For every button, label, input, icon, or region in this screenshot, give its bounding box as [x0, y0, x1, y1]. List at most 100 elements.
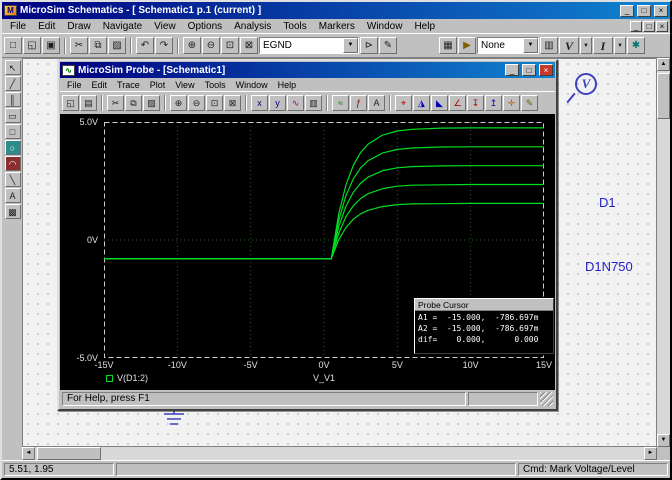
- setup-analysis-button[interactable]: ▦: [439, 37, 457, 54]
- circle-tool-button[interactable]: ○: [4, 140, 21, 155]
- scroll-left-icon[interactable]: ◄: [22, 447, 35, 460]
- mdi-close-button[interactable]: ×: [656, 20, 668, 32]
- rect-tool-button[interactable]: □: [4, 124, 21, 139]
- trace-name[interactable]: V(D1:2): [117, 373, 148, 383]
- current-marker-button[interactable]: I: [593, 37, 613, 54]
- probe-cursor-window[interactable]: Probe Cursor A1 = -15.000, -786.697m A2 =…: [414, 298, 554, 354]
- mark-label-button[interactable]: ✎: [521, 95, 538, 111]
- menu-trace[interactable]: Trace: [112, 79, 145, 91]
- resize-grip[interactable]: [540, 392, 553, 406]
- undo-button[interactable]: ↶: [136, 37, 154, 54]
- menu-help[interactable]: Help: [273, 79, 302, 91]
- display-results-button[interactable]: ▥: [540, 37, 558, 54]
- save-button[interactable]: ▣: [42, 37, 60, 54]
- text-tool-button[interactable]: A: [4, 188, 21, 203]
- menu-tools[interactable]: Tools: [200, 79, 231, 91]
- horizontal-scrollbar[interactable]: ◄ ►: [22, 447, 657, 460]
- probe-close-button[interactable]: ×: [539, 64, 553, 76]
- zoom-in-button[interactable]: ⊕: [183, 37, 201, 54]
- menu-help[interactable]: Help: [408, 20, 441, 33]
- combo-dropdown-icon[interactable]: ▼: [343, 38, 358, 53]
- vertical-scroll-thumb[interactable]: [657, 73, 670, 119]
- get-new-part-button[interactable]: ⊳: [360, 37, 378, 54]
- menu-markers[interactable]: Markers: [313, 20, 361, 33]
- close-button[interactable]: ×: [654, 4, 668, 17]
- cursor-slope-button[interactable]: ∠: [449, 95, 466, 111]
- eval-goal-function-button[interactable]: ƒ: [350, 95, 367, 111]
- menu-window[interactable]: Window: [231, 79, 273, 91]
- menu-navigate[interactable]: Navigate: [97, 20, 148, 33]
- redo-button[interactable]: ↷: [155, 37, 173, 54]
- block-tool-button[interactable]: ▭: [4, 108, 21, 123]
- zoom-fit-button[interactable]: ⊠: [224, 95, 241, 111]
- menu-edit[interactable]: Edit: [87, 79, 113, 91]
- log-y-axis-button[interactable]: y: [269, 95, 286, 111]
- paste-button[interactable]: ▨: [108, 37, 126, 54]
- menu-window[interactable]: Window: [361, 20, 409, 33]
- cursor-peak-button[interactable]: ◮: [413, 95, 430, 111]
- cut-button[interactable]: ✂: [107, 95, 124, 111]
- zoom-page-button[interactable]: ⊠: [240, 37, 258, 54]
- menu-tools[interactable]: Tools: [277, 20, 312, 33]
- minimize-button[interactable]: _: [620, 4, 634, 17]
- mark-advanced-button[interactable]: ✱: [627, 37, 645, 54]
- cursor-max-button[interactable]: ↥: [485, 95, 502, 111]
- select-tool-button[interactable]: ↖: [4, 60, 21, 75]
- performance-analysis-button[interactable]: ▥: [305, 95, 322, 111]
- probe-window[interactable]: ∿ MicroSim Probe - [Schematic1] _ □ × Fi…: [57, 59, 558, 411]
- picture-tool-button[interactable]: ▩: [4, 204, 21, 219]
- current-marker-dropdown-icon[interactable]: ▼: [614, 37, 626, 54]
- probe-cursor-title[interactable]: Probe Cursor: [415, 299, 553, 311]
- simulate-button[interactable]: ▶: [458, 37, 476, 54]
- text-label-button[interactable]: A: [368, 95, 385, 111]
- title-bar[interactable]: M MicroSim Schematics - [ Schematic1 p.1…: [2, 2, 670, 19]
- menu-file[interactable]: File: [62, 79, 87, 91]
- zoom-area-button[interactable]: ⊡: [206, 95, 223, 111]
- menu-plot[interactable]: Plot: [145, 79, 171, 91]
- open-button[interactable]: ◱: [62, 95, 79, 111]
- cursor-point-button[interactable]: ✛: [503, 95, 520, 111]
- log-x-axis-button[interactable]: x: [251, 95, 268, 111]
- scroll-up-icon[interactable]: ▲: [657, 58, 670, 71]
- vertical-scrollbar[interactable]: ▲ ▼: [657, 58, 670, 447]
- arc-tool-button[interactable]: ◠: [4, 156, 21, 171]
- menu-view[interactable]: View: [148, 20, 182, 33]
- cursor-min-button[interactable]: ↧: [467, 95, 484, 111]
- part-name-combo[interactable]: EGND ▼: [259, 37, 359, 54]
- line-tool-button[interactable]: ╲: [4, 172, 21, 187]
- menu-options[interactable]: Options: [182, 20, 228, 33]
- cut-button[interactable]: ✂: [70, 37, 88, 54]
- maximize-button[interactable]: □: [637, 4, 651, 17]
- zoom-out-button[interactable]: ⊖: [202, 37, 220, 54]
- horizontal-scroll-track[interactable]: [35, 447, 644, 460]
- menu-view[interactable]: View: [170, 79, 199, 91]
- scroll-right-icon[interactable]: ►: [644, 447, 657, 460]
- bus-tool-button[interactable]: ║: [4, 92, 21, 107]
- probe-maximize-button[interactable]: □: [522, 64, 536, 76]
- voltage-marker-button[interactable]: V: [559, 37, 579, 54]
- menu-file[interactable]: File: [4, 20, 32, 33]
- print-button[interactable]: ▤: [80, 95, 97, 111]
- voltage-marker-dropdown-icon[interactable]: ▼: [580, 37, 592, 54]
- menu-edit[interactable]: Edit: [32, 20, 61, 33]
- trace-legend[interactable]: V(D1:2): [106, 373, 148, 383]
- copy-button[interactable]: ⧉: [125, 95, 142, 111]
- toggle-cursor-button[interactable]: ⌖: [395, 95, 412, 111]
- plot-region[interactable]: 5.0V 0V -5.0V -15V -10V -5V 0V 5V 10V 15V V_V1 V…: [60, 114, 555, 390]
- diode-ref-label[interactable]: D1: [599, 195, 616, 210]
- mdi-restore-button[interactable]: □: [643, 20, 655, 32]
- copy-button[interactable]: ⧉: [89, 37, 107, 54]
- cursor-trough-button[interactable]: ◣: [431, 95, 448, 111]
- probe-title-bar[interactable]: ∿ MicroSim Probe - [Schematic1] _ □ ×: [60, 62, 555, 78]
- edit-attributes-button[interactable]: ✎: [379, 37, 397, 54]
- marker-color-combo[interactable]: None ▼: [477, 37, 539, 54]
- mdi-minimize-button[interactable]: _: [630, 20, 642, 32]
- combo-dropdown-icon[interactable]: ▼: [523, 38, 538, 53]
- diode-model-label[interactable]: D1N750: [585, 259, 633, 274]
- menu-analysis[interactable]: Analysis: [228, 20, 277, 33]
- wire-tool-button[interactable]: ╱: [4, 76, 21, 91]
- horizontal-scroll-thumb[interactable]: [37, 447, 101, 460]
- zoom-out-button[interactable]: ⊖: [188, 95, 205, 111]
- fourier-button[interactable]: ∿: [287, 95, 304, 111]
- zoom-in-button[interactable]: ⊕: [170, 95, 187, 111]
